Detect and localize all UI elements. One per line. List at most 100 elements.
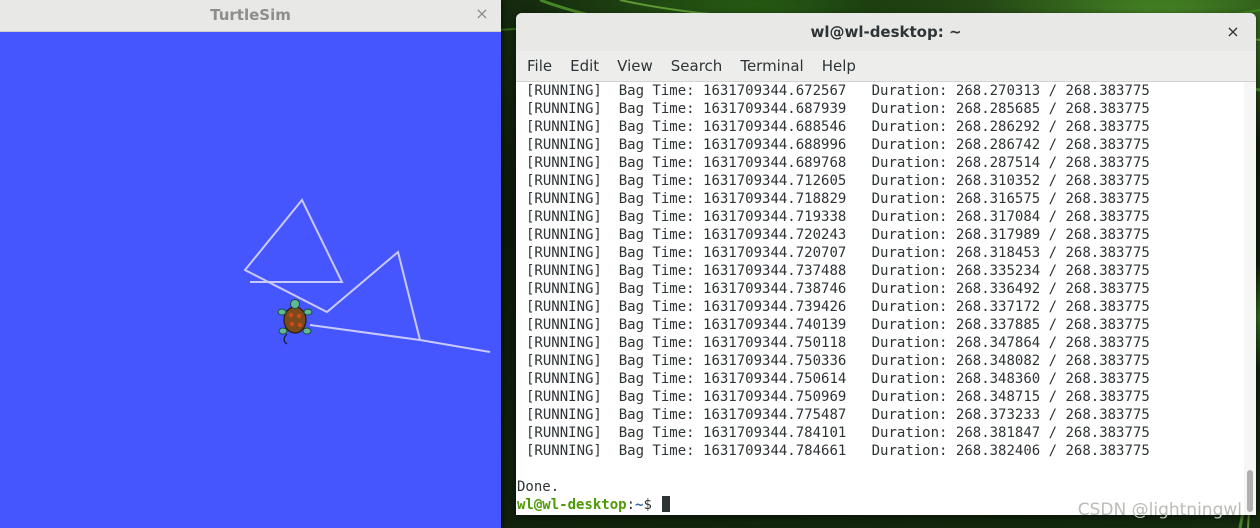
bag-time-label: Bag Time: [618,299,695,315]
duration-label: Duration: [871,317,948,333]
log-status: [RUNNING] [526,281,602,297]
log-line: [RUNNING] Bag Time: 1631709344.688546 Du… [526,118,1150,136]
bag-time-value: 1631709344.719338 [703,209,847,225]
text-cursor [662,496,671,512]
log-status: [RUNNING] [526,317,602,333]
duration-value: 268.348715 / 268.383775 [955,389,1150,405]
bag-time-label: Bag Time: [618,263,695,279]
prompt-separator: : [626,497,636,513]
duration-label: Duration: [871,83,948,99]
bag-time-label: Bag Time: [618,191,695,207]
log-status: [RUNNING] [526,227,602,243]
bag-time-value: 1631709344.688546 [703,119,847,135]
log-line: [RUNNING] Bag Time: 1631709344.688996 Du… [526,136,1150,154]
log-line: [RUNNING] Bag Time: 1631709344.737488 Du… [526,262,1150,280]
bag-time-label: Bag Time: [618,209,695,225]
log-line: [RUNNING] Bag Time: 1631709344.687939 Du… [526,100,1150,118]
log-line: [RUNNING] Bag Time: 1631709344.720243 Du… [526,226,1150,244]
bag-time-value: 1631709344.720243 [703,227,847,243]
menu-help[interactable]: Help [813,57,865,75]
duration-value: 268.285685 / 268.383775 [955,101,1150,117]
duration-label: Duration: [871,191,948,207]
close-icon[interactable]: × [1222,21,1244,43]
turtlesim-titlebar[interactable]: TurtleSim × [0,0,501,32]
duration-value: 268.335234 / 268.383775 [955,263,1150,279]
log-status: [RUNNING] [526,335,602,351]
bag-time-label: Bag Time: [618,227,695,243]
duration-value: 268.382406 / 268.383775 [955,443,1150,459]
duration-value: 268.336492 / 268.383775 [955,281,1150,297]
bag-time-label: Bag Time: [618,371,695,387]
log-status: [RUNNING] [526,83,602,99]
duration-label: Duration: [871,245,948,261]
bag-time-value: 1631709344.750969 [703,389,847,405]
duration-label: Duration: [871,101,948,117]
duration-value: 268.348360 / 268.383775 [955,371,1150,387]
turtle-trail-segment [309,324,421,341]
bag-time-value: 1631709344.687939 [703,101,847,117]
bag-time-label: Bag Time: [618,83,695,99]
bag-time-label: Bag Time: [618,281,695,297]
duration-value: 268.373233 / 268.383775 [955,407,1150,423]
menu-view[interactable]: View [608,57,662,75]
menu-file[interactable]: File [518,57,561,75]
duration-label: Duration: [871,209,948,225]
turtlesim-window[interactable]: TurtleSim × [0,0,501,528]
bag-time-value: 1631709344.738746 [703,281,847,297]
close-icon[interactable]: × [471,3,493,25]
bag-time-value: 1631709344.718829 [703,191,847,207]
duration-value: 268.381847 / 268.383775 [955,425,1150,441]
terminal-titlebar[interactable]: wl@wl-desktop: ~ × [516,13,1256,51]
duration-label: Duration: [871,425,948,441]
log-line: [RUNNING] Bag Time: 1631709344.738746 Du… [526,280,1150,298]
log-status: [RUNNING] [526,209,602,225]
shell-prompt[interactable]: wl@wl-desktop:~$ [517,496,671,514]
log-line: [RUNNING] Bag Time: 1631709344.784101 Du… [526,424,1150,442]
menu-terminal[interactable]: Terminal [731,57,812,75]
duration-value: 268.348082 / 268.383775 [955,353,1150,369]
terminal-output[interactable]: [RUNNING] Bag Time: 1631709344.672567 Du… [516,82,1256,515]
duration-value: 268.317084 / 268.383775 [955,209,1150,225]
duration-value: 268.316575 / 268.383775 [955,191,1150,207]
log-line: [RUNNING] Bag Time: 1631709344.750969 Du… [526,388,1150,406]
log-status: [RUNNING] [526,389,602,405]
duration-label: Duration: [871,173,948,189]
terminal-menubar: File Edit View Search Terminal Help [516,51,1256,82]
menu-edit[interactable]: Edit [561,57,608,75]
terminal-scrollbar[interactable] [1244,82,1256,515]
log-status: [RUNNING] [526,353,602,369]
duration-label: Duration: [871,407,948,423]
duration-label: Duration: [871,281,948,297]
terminal-window-title: wl@wl-desktop: ~ [810,23,962,41]
bag-time-value: 1631709344.775487 [703,407,847,423]
bag-time-value: 1631709344.784661 [703,443,847,459]
duration-value: 268.347864 / 268.383775 [955,335,1150,351]
bag-time-value: 1631709344.739426 [703,299,847,315]
log-line: [RUNNING] Bag Time: 1631709344.784661 Du… [526,442,1150,460]
log-line: [RUNNING] Bag Time: 1631709344.750118 Du… [526,334,1150,352]
log-line: [RUNNING] Bag Time: 1631709344.689768 Du… [526,154,1150,172]
duration-value: 268.310352 / 268.383775 [955,173,1150,189]
bag-time-label: Bag Time: [618,425,695,441]
log-lines: [RUNNING] Bag Time: 1631709344.672567 Du… [526,82,1150,460]
bag-time-label: Bag Time: [618,407,695,423]
prompt-symbol: $ [643,497,661,513]
duration-label: Duration: [871,335,948,351]
bag-time-label: Bag Time: [618,119,695,135]
terminal-window[interactable]: wl@wl-desktop: ~ × File Edit View Search… [516,13,1256,515]
log-status: [RUNNING] [526,155,602,171]
duration-value: 268.286742 / 268.383775 [955,137,1150,153]
menu-search[interactable]: Search [662,57,732,75]
duration-label: Duration: [871,299,948,315]
bag-time-label: Bag Time: [618,443,695,459]
bag-time-label: Bag Time: [618,389,695,405]
log-status: [RUNNING] [526,425,602,441]
bag-time-value: 1631709344.720707 [703,245,847,261]
bag-time-value: 1631709344.750614 [703,371,847,387]
bag-time-label: Bag Time: [618,335,695,351]
scrollbar-thumb[interactable] [1247,470,1253,512]
bag-time-label: Bag Time: [618,101,695,117]
duration-label: Duration: [871,443,948,459]
log-line: [RUNNING] Bag Time: 1631709344.775487 Du… [526,406,1150,424]
log-status: [RUNNING] [526,119,602,135]
